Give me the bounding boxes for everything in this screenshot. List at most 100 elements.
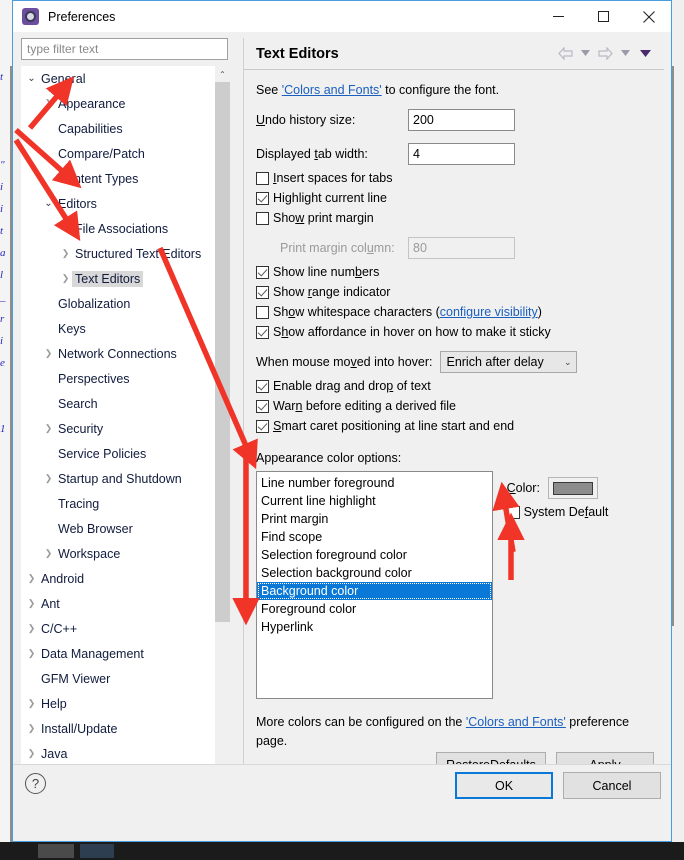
tree-item[interactable]: ❯ Structured Text Editors xyxy=(21,241,215,266)
tree-item[interactable]: Globalization xyxy=(21,291,215,316)
tree-item[interactable]: File Associations xyxy=(21,216,215,241)
scrollbar-thumb[interactable] xyxy=(215,82,230,622)
cancel-button[interactable]: Cancel xyxy=(563,772,661,799)
checkbox-box[interactable] xyxy=(256,191,269,205)
close-icon[interactable] xyxy=(626,1,671,32)
chevron-right-icon[interactable]: ❯ xyxy=(42,416,55,441)
chevron-right-icon[interactable]: ❯ xyxy=(25,741,38,766)
checkbox-box[interactable] xyxy=(256,379,269,393)
checkbox-box[interactable] xyxy=(506,505,520,519)
tree-item[interactable]: ❯ Text Editors xyxy=(21,266,215,291)
checkbox-show-affordance-in-hover[interactable]: Show affordance in hover on how to make … xyxy=(256,325,652,339)
tree-item[interactable]: ❯ Data Management xyxy=(21,641,215,666)
tree-item[interactable]: ❯ Android xyxy=(21,566,215,591)
tree-item[interactable]: ❯ Network Connections xyxy=(21,341,215,366)
tree-item[interactable]: Capabilities xyxy=(21,116,215,141)
tree-item[interactable]: Web Browser xyxy=(21,516,215,541)
tree-item[interactable]: Perspectives xyxy=(21,366,215,391)
color-option[interactable]: Hyperlink xyxy=(257,618,492,636)
configure-visibility-link[interactable]: configure visibility xyxy=(440,305,538,319)
tree-item[interactable]: ❯ Ant xyxy=(21,591,215,616)
tree-item[interactable]: ⌄ Editors xyxy=(21,191,215,216)
view-menu-icon[interactable] xyxy=(637,44,654,62)
back-arrow-icon[interactable] xyxy=(557,44,574,62)
color-option[interactable]: Selection foreground color xyxy=(257,546,492,564)
chevron-right-icon[interactable]: ❯ xyxy=(59,266,72,291)
chevron-right-icon[interactable]: ❯ xyxy=(25,616,38,641)
color-option[interactable]: Selection background color xyxy=(257,564,492,582)
checkbox-smart-caret-positioning[interactable]: Smart caret positioning at line start an… xyxy=(256,419,652,433)
ok-button[interactable]: OK xyxy=(455,772,553,799)
checkbox-show-print-margin[interactable]: Show print margin xyxy=(256,211,652,225)
forward-dropdown-icon[interactable] xyxy=(617,44,634,62)
colors-and-fonts-link-2[interactable]: 'Colors and Fonts' xyxy=(466,715,566,729)
appearance-color-list[interactable]: Line number foreground Current line highl… xyxy=(256,471,493,699)
chevron-right-icon[interactable]: ❯ xyxy=(25,641,38,666)
checkbox-show-whitespace-characters[interactable]: Show whitespace characters (configure vi… xyxy=(256,305,652,319)
checkbox-system-default[interactable]: System Default xyxy=(506,505,652,519)
color-option[interactable]: Print margin xyxy=(257,510,492,528)
color-option-selected[interactable]: Background color xyxy=(257,582,492,600)
checkbox-show-range-indicator[interactable]: Show range indicator xyxy=(256,285,652,299)
tree-item[interactable]: ❯ Install/Update xyxy=(21,716,215,741)
checkbox-warn-before-editing-derived-file[interactable]: Warn before editing a derived file xyxy=(256,399,652,413)
taskbar-item[interactable] xyxy=(80,844,114,858)
tree-item[interactable]: Service Policies xyxy=(21,441,215,466)
tree-item[interactable]: Search xyxy=(21,391,215,416)
tree-item[interactable]: ❯ Appearance xyxy=(21,91,215,116)
tab-width-input[interactable] xyxy=(408,143,515,165)
tree-item[interactable]: Compare/Patch xyxy=(21,141,215,166)
checkbox-insert-spaces-for-tabs[interactable]: Insert spaces for tabs xyxy=(256,171,652,185)
checkbox-enable-drag-and-drop[interactable]: Enable drag and drop of text xyxy=(256,379,652,393)
chevron-right-icon[interactable]: ❯ xyxy=(42,466,55,491)
tree-item[interactable]: ❯ Workspace xyxy=(21,541,215,566)
checkbox-box[interactable] xyxy=(256,285,269,299)
chevron-right-icon[interactable]: ❯ xyxy=(25,566,38,591)
undo-history-input[interactable] xyxy=(408,109,515,131)
checkbox-highlight-current-line[interactable]: Highlight current line xyxy=(256,191,652,205)
tree-item[interactable]: ❯ Java xyxy=(21,741,215,766)
tree-item[interactable]: Tracing xyxy=(21,491,215,516)
checkbox-box[interactable] xyxy=(256,325,269,339)
tree-item[interactable]: ⌄ General xyxy=(21,66,215,91)
forward-arrow-icon[interactable] xyxy=(597,44,614,62)
taskbar-item[interactable] xyxy=(38,844,74,858)
hover-mode-select[interactable]: Enrich after delay ⌄ xyxy=(440,351,578,373)
preferences-tree[interactable]: ⌄ General ❯ Appearance Capabilities Compare/P… xyxy=(21,66,230,791)
tree-scrollbar[interactable]: ⌃ ⌄ xyxy=(215,66,230,791)
tree-item[interactable]: Keys xyxy=(21,316,215,341)
checkbox-box[interactable] xyxy=(256,211,269,225)
tree-item[interactable]: ❯ Help xyxy=(21,691,215,716)
tree-item[interactable]: GFM Viewer xyxy=(21,666,215,691)
chevron-down-icon[interactable]: ⌄ xyxy=(25,66,38,91)
checkbox-box[interactable] xyxy=(256,171,269,185)
minimize-icon[interactable] xyxy=(536,1,581,32)
color-option[interactable]: Current line highlight xyxy=(257,492,492,510)
maximize-icon[interactable] xyxy=(581,1,626,32)
back-dropdown-icon[interactable] xyxy=(577,44,594,62)
color-option[interactable]: Foreground color xyxy=(257,600,492,618)
scroll-up-icon[interactable]: ⌃ xyxy=(215,66,230,82)
filter-input[interactable] xyxy=(21,38,228,60)
color-swatch-button[interactable] xyxy=(547,477,598,499)
chevron-right-icon[interactable]: ❯ xyxy=(42,541,55,566)
tree-item[interactable]: ❯ Startup and Shutdown xyxy=(21,466,215,491)
help-icon[interactable]: ? xyxy=(25,773,46,794)
tree-item[interactable]: Content Types xyxy=(21,166,215,191)
checkbox-box[interactable] xyxy=(256,305,269,319)
chevron-right-icon[interactable]: ❯ xyxy=(59,241,72,266)
chevron-right-icon[interactable]: ❯ xyxy=(25,691,38,716)
checkbox-box[interactable] xyxy=(256,265,269,279)
tree-item[interactable]: ❯ Security xyxy=(21,416,215,441)
chevron-right-icon[interactable]: ❯ xyxy=(25,716,38,741)
chevron-down-icon[interactable]: ⌄ xyxy=(42,191,55,216)
checkbox-box[interactable] xyxy=(256,399,269,413)
color-option[interactable]: Line number foreground xyxy=(257,474,492,492)
tree-item[interactable]: ❯ C/C++ xyxy=(21,616,215,641)
checkbox-show-line-numbers[interactable]: Show line numbers xyxy=(256,265,652,279)
checkbox-box[interactable] xyxy=(256,419,269,433)
chevron-right-icon[interactable]: ❯ xyxy=(42,91,55,116)
chevron-right-icon[interactable]: ❯ xyxy=(25,591,38,616)
color-option[interactable]: Find scope xyxy=(257,528,492,546)
chevron-right-icon[interactable]: ❯ xyxy=(42,341,55,366)
